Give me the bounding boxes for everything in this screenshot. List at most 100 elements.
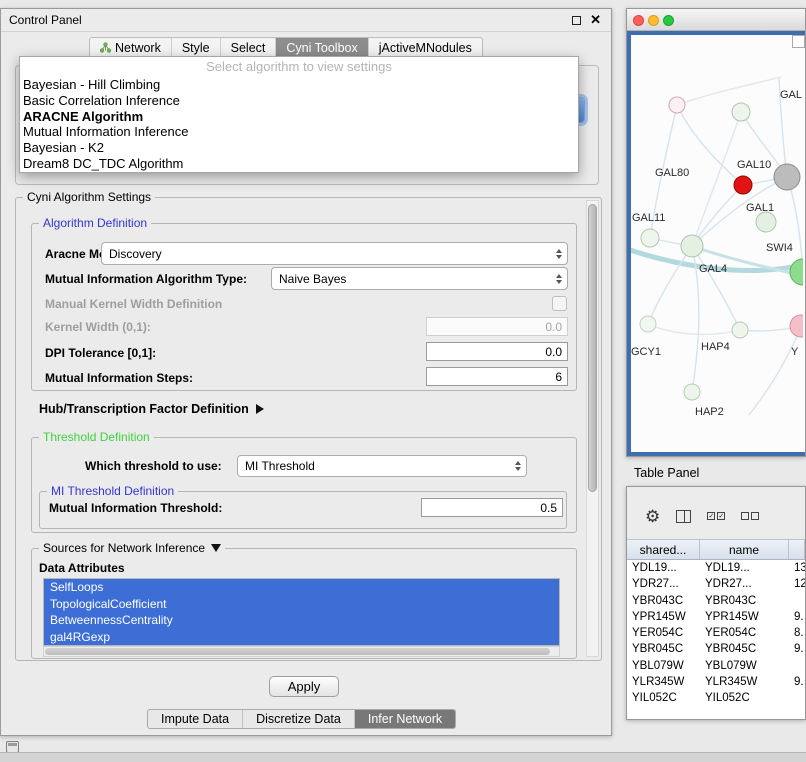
table-row[interactable]: YPR145WYPR145W9. [627,609,805,625]
table-cell [789,658,805,674]
which-threshold-combo[interactable]: MI Threshold [237,455,527,477]
algorithm-definition-title: Algorithm Definition [39,216,151,230]
table-row[interactable]: YDR27...YDR27...12 [627,576,805,592]
bottom-tab-infer-network[interactable]: Infer Network [355,710,455,728]
apply-button[interactable]: Apply [269,676,339,697]
network-graph[interactable]: GALGAL80GAL10GAL11GAL1SWI4GAL4GCY1HAP4HA… [631,35,803,456]
columns-icon[interactable] [676,510,691,523]
list-item-topologicalcoefficient[interactable]: TopologicalCoefficient [44,596,559,613]
node-label-hap4: HAP4 [701,341,730,353]
network-node[interactable] [669,97,685,113]
network-node[interactable] [790,259,803,285]
menu-item-bayesian-hill-climbing[interactable]: Bayesian - Hill Climbing [20,77,578,93]
aracne-mode-combo[interactable]: Discovery [101,242,568,265]
tab-label: Cyni Toolbox [286,41,357,55]
tab-network[interactable]: Network [90,38,172,57]
node-label-y: Y [791,346,799,358]
zoom-traffic-light-icon[interactable] [663,15,674,26]
mi-threshold-value: 0.5 [540,501,557,515]
list-item-betweennesscentrality[interactable]: BetweennessCentrality [44,612,559,629]
network-edge[interactable] [749,326,801,415]
network-canvas[interactable]: GALGAL80GAL10GAL11GAL1SWI4GAL4GCY1HAP4HA… [627,31,805,456]
tab-style[interactable]: Style [172,38,221,57]
table-cell: YDR27... [627,576,700,592]
list-item-gal4rgexp[interactable]: gal4RGexp [44,629,559,646]
network-edge[interactable] [692,185,743,246]
mi-threshold-group-title: MI Threshold Definition [47,484,178,498]
network-window-titlebar[interactable] [627,9,805,31]
tab-cyni-toolbox[interactable]: Cyni Toolbox [276,38,368,57]
tab-select[interactable]: Select [221,38,277,57]
close-traffic-light-icon[interactable] [633,15,644,26]
vscroll-thumb[interactable] [588,204,597,492]
table-row[interactable]: YBR043CYBR043C [627,593,805,609]
network-node[interactable] [756,212,776,232]
minimize-icon[interactable] [572,16,581,25]
menu-item-bayesian-k2[interactable]: Bayesian - K2 [20,140,578,156]
mi-type-value: Naive Bayes [279,272,346,286]
network-edge[interactable] [787,177,803,272]
network-node[interactable] [684,384,700,400]
table-panel-label: Table Panel [634,466,699,480]
control-panel-titlebar[interactable]: Control Panel ✕ [1,9,611,32]
close-icon[interactable]: ✕ [590,14,601,26]
network-node[interactable] [790,315,803,337]
table-row[interactable]: YIL052CYIL052C [627,690,805,706]
network-node[interactable] [641,229,659,247]
menu-item-mutual-information-inference[interactable]: Mutual Information Inference [20,124,578,140]
network-edge[interactable] [692,112,741,246]
table-cell: YBL079W [627,658,700,674]
table-cell: YDL19... [700,560,789,576]
menu-item-aracne-algorithm[interactable]: ARACNE Algorithm [20,109,578,125]
network-node[interactable] [681,235,703,257]
mi-threshold-field[interactable]: 0.5 [421,498,563,517]
menu-item-dream8-dc-tdc-algorithm[interactable]: Dream8 DC_TDC Algorithm [20,156,578,172]
mi-type-combo[interactable]: Naive Bayes [271,267,568,290]
dpi-tolerance-field[interactable]: 0.0 [426,342,568,361]
table-row[interactable]: YLR345WYLR345W9. [627,674,805,690]
gear-icon[interactable]: ⚙ [645,508,660,525]
bottom-tab-impute-data[interactable]: Impute Data [148,710,243,728]
column-header-1[interactable]: shared... [627,540,700,559]
node-label-gal10: GAL10 [737,159,771,171]
attributes-hscrollbar[interactable] [43,646,560,657]
network-node[interactable] [732,103,750,121]
kernel-width-field[interactable]: 0.0 [426,317,568,336]
table-cell: YBR045C [700,641,789,657]
table-row[interactable]: YDL19...YDL19...13 [627,560,805,576]
network-node[interactable] [732,322,748,338]
data-attributes-list[interactable]: SelfLoopsTopologicalCoefficientBetweenne… [43,578,560,646]
network-node[interactable] [774,164,800,190]
list-item-selfloops[interactable]: SelfLoops [44,579,559,596]
tab-jactivemnodules[interactable]: jActiveMNodules [369,38,482,57]
table-row[interactable]: YBL079WYBL079W [627,658,805,674]
hub-definition-toggle[interactable]: Hub/Transcription Factor Definition [39,402,264,416]
network-overview-button[interactable] [792,35,805,48]
node-label-gal80: GAL80 [655,167,689,179]
table-row[interactable]: YBR045CYBR045C9. [627,641,805,657]
network-node[interactable] [734,176,752,194]
table-cell: YBL079W [700,658,789,674]
select-all-checks-icon[interactable]: ✓✓ [707,512,725,520]
sources-group-title-row[interactable]: Sources for Network Inference [39,541,225,555]
network-edge[interactable] [677,77,781,105]
bottom-tab-discretize-data[interactable]: Discretize Data [243,710,355,728]
algorithm-dropdown-popup: Select algorithm to view settings Bayesi… [19,56,579,173]
table-row[interactable]: YER054CYER054C8. [627,625,805,641]
mi-steps-field[interactable]: 6 [426,367,568,386]
control-panel-tabbar: NetworkStyleSelect Cyni Toolbox jActiveMNo… [89,37,483,58]
manual-kernel-checkbox[interactable] [552,296,567,311]
column-header-2[interactable]: name [700,540,789,559]
minimize-traffic-light-icon[interactable] [648,15,659,26]
mi-threshold-label: Mutual Information Threshold: [49,501,222,515]
network-node[interactable] [640,316,656,332]
table-cell: YBR043C [627,593,700,609]
network-edge[interactable] [648,324,740,334]
table-cell: YPR145W [700,609,789,625]
collapse-arrow-icon [211,544,221,552]
settings-vscrollbar[interactable] [586,200,599,657]
column-header-3[interactable] [789,540,805,559]
hscroll-thumb[interactable] [45,648,550,655]
menu-item-basic-correlation-inference[interactable]: Basic Correlation Inference [20,93,578,109]
deselect-all-checks-icon[interactable] [741,512,759,520]
